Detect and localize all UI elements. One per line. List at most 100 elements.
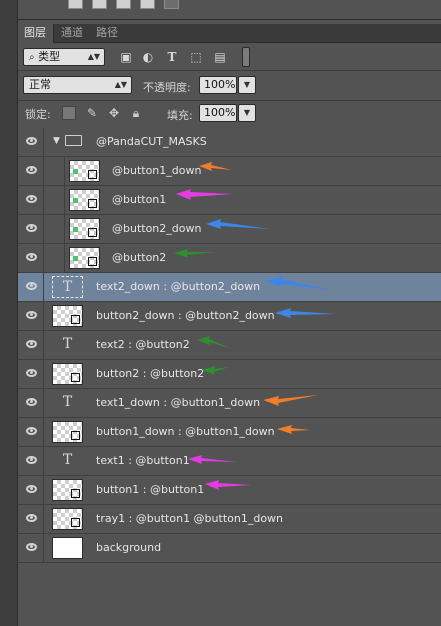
visibility-eye-icon[interactable] <box>18 389 44 418</box>
visibility-eye-icon[interactable] <box>18 331 44 360</box>
layer-name: button2 : @button2 <box>96 367 205 380</box>
layer-name: button1_down : @button1_down <box>96 425 275 438</box>
group-indent-line <box>64 244 65 273</box>
layer-row[interactable]: button2_down : @button2_down <box>18 302 441 331</box>
layer-row[interactable]: T text1 : @button1 <box>18 447 441 476</box>
lock-transparency-icon[interactable] <box>62 106 76 120</box>
visibility-eye-icon[interactable] <box>18 505 44 534</box>
panel-tabs: 图层 通道 路径 <box>18 24 441 43</box>
layer-thumbnail <box>52 508 83 530</box>
layer-row[interactable]: T text2 : @button2 <box>18 331 441 360</box>
layer-row[interactable]: button1_down : @button1_down <box>18 418 441 447</box>
type-filter-icon[interactable]: T <box>165 50 179 64</box>
layer-name: text1 : @button1 <box>96 454 190 467</box>
shape-filter-icon[interactable]: ⬚ <box>189 50 203 64</box>
visibility-eye-icon[interactable] <box>18 244 44 273</box>
blend-mode-select[interactable]: 正常 ▲▼ <box>23 76 132 94</box>
visibility-eye-icon[interactable] <box>18 447 44 476</box>
opacity-dropdown-arrow[interactable]: ▼ <box>238 76 256 94</box>
layer-group-row[interactable]: ▼ @PandaCUT_MASKS <box>18 128 441 157</box>
visibility-eye-icon[interactable] <box>18 186 44 215</box>
folder-icon <box>65 135 82 146</box>
layer-row-selected[interactable]: T text2_down : @button2_down <box>18 273 441 302</box>
smart-object-filter-icon[interactable]: ▤ <box>213 50 227 64</box>
layer-row[interactable]: button2 : @button2 <box>18 360 441 389</box>
layer-thumbnail <box>52 363 83 385</box>
layer-thumbnail <box>69 160 100 182</box>
tool-icon-3[interactable] <box>116 0 131 9</box>
tool-icon-4[interactable] <box>140 0 155 9</box>
fill-label: 填充: <box>167 109 193 122</box>
lock-all-icon[interactable]: 🔒︎ <box>129 106 143 120</box>
divider <box>18 100 441 101</box>
layer-name: button1 : @button1 <box>96 483 205 496</box>
layer-name: text2_down : @button2_down <box>96 280 261 293</box>
visibility-eye-icon[interactable] <box>18 157 44 186</box>
blend-mode-value: 正常 <box>29 78 51 91</box>
left-dock-strip <box>0 0 18 626</box>
visibility-eye-icon[interactable] <box>18 302 44 331</box>
tool-icon-5[interactable] <box>164 0 179 9</box>
layer-name: background <box>96 541 162 554</box>
layer-name: @button1_down <box>112 164 202 177</box>
visibility-eye-icon[interactable] <box>18 418 44 447</box>
layer-row[interactable]: @button2_down <box>18 215 441 244</box>
text-layer-icon: T <box>62 394 73 410</box>
layer-thumbnail <box>69 189 100 211</box>
group-indent-line <box>64 157 65 186</box>
fill-value: 100% <box>204 106 236 119</box>
layer-name: button2_down : @button2_down <box>96 309 275 322</box>
toolbar-strip <box>18 0 441 20</box>
opacity-label: 不透明度: <box>143 81 191 94</box>
layer-name: @button2_down <box>112 222 202 235</box>
layer-filter-kind-select[interactable]: ⌕ 类型 ▲▼ <box>23 48 105 66</box>
tab-paths[interactable]: 路径 <box>90 24 124 43</box>
group-name: @PandaCUT_MASKS <box>96 135 207 148</box>
layer-row[interactable]: button1 : @button1 <box>18 476 441 505</box>
visibility-eye-icon[interactable] <box>18 273 44 302</box>
layer-thumbnail <box>52 305 83 327</box>
layer-thumbnail <box>52 479 83 501</box>
layer-name: @button1 <box>112 193 167 206</box>
filter-search-icon: ⌕ <box>29 52 35 63</box>
image-filter-icon[interactable]: ▣ <box>119 50 133 64</box>
layer-thumbnail <box>69 247 100 269</box>
layer-row[interactable]: @button1_down <box>18 157 441 186</box>
chevron-down-icon: ▲▼ <box>114 80 127 89</box>
visibility-eye-icon[interactable] <box>18 215 44 244</box>
layer-name: @button2 <box>112 251 167 264</box>
layer-thumbnail <box>69 218 100 240</box>
visibility-eye-icon[interactable] <box>18 534 44 563</box>
lock-label: 锁定: <box>25 108 51 121</box>
tab-layers[interactable]: 图层 <box>18 24 54 43</box>
visibility-eye-icon[interactable] <box>18 360 44 389</box>
fill-dropdown-arrow[interactable]: ▼ <box>238 104 256 122</box>
layer-row[interactable]: tray1 : @button1 @button1_down <box>18 505 441 534</box>
lock-position-icon[interactable]: ✥ <box>107 106 121 120</box>
layer-thumbnail <box>52 537 83 559</box>
layer-row[interactable]: @button1 <box>18 186 441 215</box>
text-layer-icon: T <box>62 336 73 352</box>
opacity-field[interactable]: 100% ▼ <box>199 76 256 94</box>
group-expand-triangle-icon[interactable]: ▼ <box>53 136 60 146</box>
tool-icon-1[interactable] <box>68 0 83 9</box>
layers-panel: 图层 通道 路径 ⌕ 类型 ▲▼ ▣ ◐ T ⬚ ▤ 正常 ▲▼ 不透明度: 1… <box>18 20 441 626</box>
adjustment-filter-icon[interactable]: ◐ <box>141 50 155 64</box>
visibility-eye-icon[interactable] <box>18 128 44 157</box>
layer-row[interactable]: @button2 <box>18 244 441 273</box>
filter-toggle-switch[interactable] <box>242 47 250 67</box>
visibility-eye-icon[interactable] <box>18 476 44 505</box>
group-indent-line <box>64 215 65 244</box>
fill-field[interactable]: 100% ▼ <box>199 104 256 122</box>
lock-brush-icon[interactable]: ✎ <box>85 106 99 120</box>
chevron-down-icon: ▲▼ <box>87 52 100 61</box>
tool-icon-2[interactable] <box>92 0 107 9</box>
layer-name: text2 : @button2 <box>96 338 190 351</box>
layer-row[interactable]: background <box>18 534 441 563</box>
text-layer-icon: T <box>62 452 73 468</box>
divider <box>18 70 441 71</box>
tab-channels[interactable]: 通道 <box>55 24 89 43</box>
layer-row[interactable]: T text1_down : @button1_down <box>18 389 441 418</box>
text-layer-icon: T <box>52 276 83 298</box>
opacity-value: 100% <box>204 78 236 91</box>
